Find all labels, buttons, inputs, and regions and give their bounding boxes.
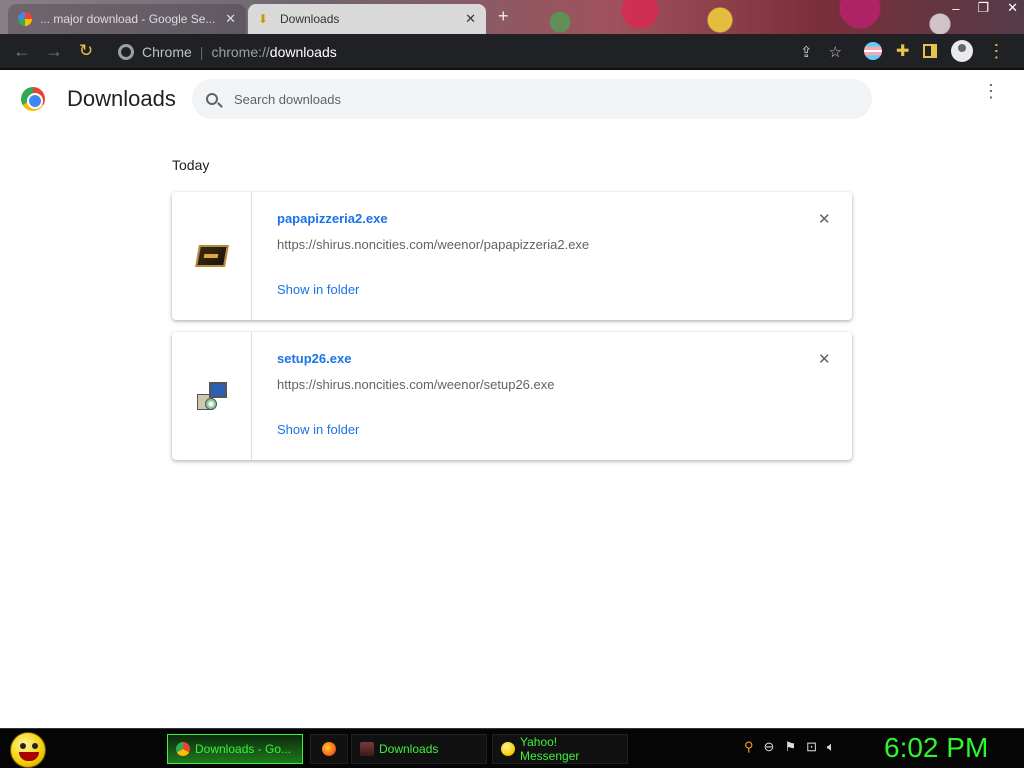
taskbar-item-label: Downloads [379,742,439,756]
side-panel-icon[interactable] [923,44,938,58]
chrome-icon [118,44,134,60]
url-prefix: chrome:// [211,44,270,60]
minimize-button[interactable]: – [952,1,959,16]
tab-downloads[interactable]: ⬇ Downloads ✕ [248,4,486,34]
maximize-button[interactable]: ❐ [977,0,989,16]
volume-icon[interactable]: 🔈︎ [827,739,835,755]
installer-icon [196,382,227,410]
omnibox-actions: ⇪ ☆ [800,43,842,61]
system-tray: ⚲ ⊖ ⚑ ⊡ 🔈︎ [744,739,835,755]
tab-title: Downloads [280,12,340,26]
close-icon[interactable]: ✕ [225,11,236,27]
status-icon[interactable]: ⊖ [764,739,775,755]
network-icon[interactable]: ⊡ [806,739,817,755]
share-icon[interactable]: ⇪ [800,43,813,61]
show-in-folder-link[interactable]: Show in folder [277,422,359,437]
search-bar[interactable] [192,79,872,119]
extensions-puzzle-icon[interactable]: ✚ [896,41,909,61]
show-in-folder-link[interactable]: Show in folder [277,282,359,297]
window-controls: – ❐ ✕ [952,0,1018,16]
forward-button[interactable]: → [38,41,70,62]
page-title: Downloads [67,86,176,111]
clock[interactable]: 6:02 PM [884,732,988,764]
search-input[interactable] [234,91,834,107]
file-icon-column [172,192,252,320]
chrome-logo-icon [21,87,45,111]
flag-extension-icon[interactable] [864,42,882,60]
file-name-link[interactable]: setup26.exe [277,351,351,366]
search-icon[interactable]: ⚲ [744,739,754,755]
address-bar[interactable]: Chrome | chrome:// downloads ⇪ ☆ [112,38,852,66]
tab-google-search[interactable]: ... major download - Google Se... ✕ [8,4,246,34]
messenger-icon [501,742,515,756]
download-item: setup26.exe https://shirus.noncities.com… [172,332,852,460]
search-icon [206,93,218,105]
reload-button[interactable]: ↻ [70,41,102,61]
bookmark-star-icon[interactable]: ☆ [829,43,842,61]
google-icon [18,12,32,26]
taskbar-item-firefox[interactable] [310,734,348,764]
url-path: downloads [269,44,337,60]
taskbar-item-label: Yahoo! Messenger [520,735,580,763]
date-section-label: Today [172,157,210,173]
profile-avatar-icon[interactable] [951,40,974,62]
file-source-url[interactable]: https://shirus.noncities.com/weenor/setu… [277,377,554,392]
close-icon[interactable]: ✕ [818,350,831,368]
firefox-icon [322,742,336,756]
start-button-smiley-icon[interactable] [10,732,46,768]
download-icon: ⬇ [258,12,269,26]
close-icon[interactable]: ✕ [465,11,476,27]
chrome-icon [176,742,190,756]
close-window-button[interactable]: ✕ [1007,0,1018,16]
game-icon [194,245,229,267]
taskbar-item-yahoo-messenger[interactable]: Yahoo! Messenger [492,734,628,764]
file-source-url[interactable]: https://shirus.noncities.com/weenor/papa… [277,237,589,252]
plus-icon[interactable]: + [498,6,509,27]
browser-titlebar: ... major download - Google Se... ✕ ⬇ Do… [0,0,1024,34]
download-item: papapizzeria2.exe https://shirus.nonciti… [172,192,852,320]
site-label: Chrome [142,44,192,60]
taskbar: Downloads - Go... Downloads Yahoo! Messe… [0,728,1024,768]
extensions-area: ✚ ⋮ [864,40,1005,62]
tab-title: ... major download - Google Se... [40,12,216,26]
folder-icon [360,742,374,756]
file-icon-column [172,332,252,460]
back-button[interactable]: ← [6,41,38,62]
more-options-icon[interactable]: ⋮ [982,82,1000,100]
file-name-link[interactable]: papapizzeria2.exe [277,211,388,226]
close-icon[interactable]: ✕ [818,210,831,228]
taskbar-item-chrome[interactable]: Downloads - Go... [167,734,303,764]
flag-icon[interactable]: ⚑ [784,739,796,755]
taskbar-item-label: Downloads - Go... [195,742,292,756]
taskbar-item-downloads[interactable]: Downloads [351,734,487,764]
divider: | [199,44,204,60]
browser-menu-icon[interactable]: ⋮ [987,41,1005,62]
